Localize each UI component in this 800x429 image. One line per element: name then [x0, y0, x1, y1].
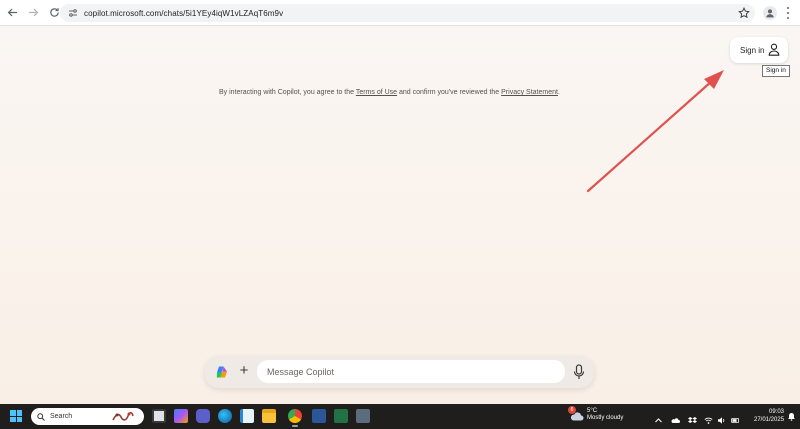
- terms-of-use-link[interactable]: Terms of Use: [356, 89, 397, 96]
- weather-badge: 6: [568, 406, 576, 414]
- windows-start-icon[interactable]: [10, 410, 22, 422]
- user-icon: [768, 43, 780, 56]
- sign-in-button[interactable]: Sign in: [730, 37, 788, 63]
- terms-suffix: .: [557, 89, 560, 96]
- wifi-icon[interactable]: [704, 412, 713, 424]
- terms-prefix: By interacting with Copilot, you agree t…: [219, 89, 356, 96]
- excel-icon[interactable]: [334, 409, 348, 423]
- search-highlight-icon: [112, 411, 134, 421]
- windows-taskbar: Search 6 5°C Mostly cloudy 09:03 27/01/2…: [0, 404, 800, 429]
- chrome-icon[interactable]: [288, 409, 302, 427]
- sign-in-tooltip: Sign in: [762, 65, 790, 77]
- search-placeholder: Search: [50, 413, 73, 420]
- weather-temperature: 5°C: [587, 408, 598, 414]
- annotation-arrow-line: [586, 79, 714, 193]
- microphone-icon[interactable]: [573, 364, 585, 380]
- sign-in-label: Sign in: [740, 45, 765, 55]
- notepad-icon[interactable]: [240, 409, 254, 423]
- file-explorer-icon[interactable]: [262, 409, 276, 423]
- clock-date: 27/01/2025: [754, 417, 785, 423]
- arrow-right-icon: [28, 8, 38, 17]
- copilot-page: Sign in Sign in By interacting with Copi…: [0, 27, 800, 404]
- word-icon[interactable]: [312, 409, 326, 423]
- profile-button[interactable]: [763, 6, 777, 20]
- address-bar[interactable]: copilot.microsoft.com/chats/5i1YEy4iqW1v…: [60, 4, 755, 22]
- privacy-statement-link[interactable]: Privacy Statement: [501, 89, 558, 96]
- plus-icon: +: [239, 362, 249, 379]
- clock-time: 09:03: [768, 409, 784, 415]
- tune-icon[interactable]: [68, 8, 78, 18]
- weather-condition: Mostly cloudy: [587, 415, 624, 421]
- notification-bell-icon[interactable]: [787, 412, 796, 421]
- annotation-arrow-head: [704, 70, 724, 89]
- dropbox-icon[interactable]: [688, 412, 697, 423]
- weather-widget[interactable]: 6 5°C Mostly cloudy: [568, 406, 624, 422]
- message-input[interactable]: [257, 360, 565, 383]
- battery-icon[interactable]: [731, 412, 740, 423]
- annotation-arrow: [586, 70, 724, 193]
- cloud-icon: 6: [568, 406, 584, 421]
- message-composer: +: [205, 356, 594, 388]
- teams-icon[interactable]: [196, 409, 210, 423]
- back-button[interactable]: [3, 4, 21, 22]
- person-icon: [766, 9, 774, 18]
- browser-toolbar: copilot.microsoft.com/chats/5i1YEy4iqW1v…: [0, 0, 800, 26]
- search-icon: [37, 412, 45, 421]
- volume-icon[interactable]: [717, 412, 726, 424]
- edge-icon[interactable]: [218, 409, 232, 423]
- kebab-menu-icon[interactable]: [785, 7, 791, 19]
- terms-middle: and confirm you've reviewed the: [397, 89, 502, 96]
- forward-button[interactable]: [24, 4, 42, 22]
- chevron-up-icon[interactable]: [654, 412, 663, 423]
- task-view-icon[interactable]: [152, 409, 166, 423]
- add-button[interactable]: +: [236, 363, 252, 379]
- url-text[interactable]: copilot.microsoft.com/chats/5i1YEy4iqW1v…: [84, 9, 283, 18]
- star-icon[interactable]: [738, 7, 750, 19]
- arrow-left-icon: [7, 8, 17, 17]
- taskbar-search[interactable]: Search: [31, 408, 144, 425]
- taskbar-clock[interactable]: 09:03 27/01/2025: [754, 408, 784, 424]
- terms-notice: By interacting with Copilot, you agree t…: [219, 88, 579, 98]
- calculator-icon[interactable]: [356, 409, 370, 423]
- reload-icon: [49, 8, 59, 17]
- copilot-app-icon[interactable]: [174, 409, 188, 423]
- onedrive-icon[interactable]: [671, 412, 680, 423]
- copilot-logo-icon[interactable]: [215, 365, 229, 379]
